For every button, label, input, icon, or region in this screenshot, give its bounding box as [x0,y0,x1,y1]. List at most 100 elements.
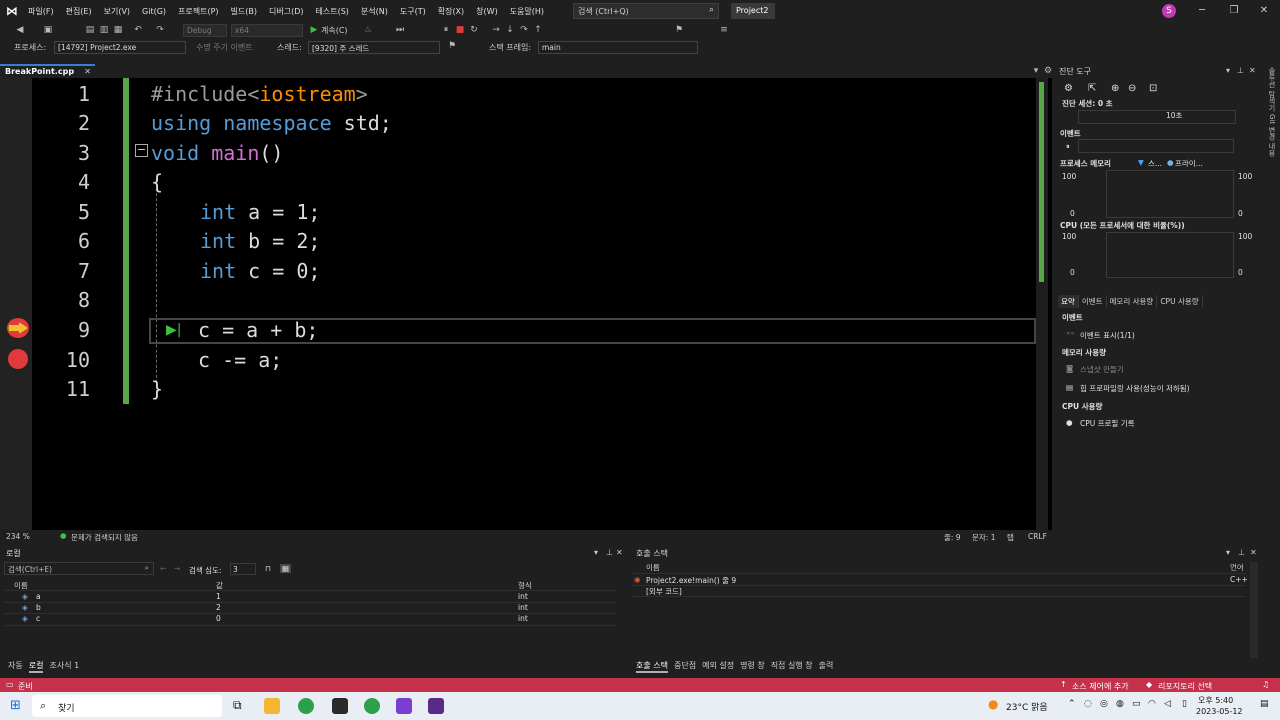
editor-scrollbar[interactable] [1036,78,1048,530]
step-over-icon[interactable]: ↷ [518,24,530,36]
close-tab-icon[interactable]: ✕ [84,67,91,76]
tab-exception-settings[interactable]: 예외 설정 [702,660,734,673]
pin-watch-icon[interactable]: ⊓ [265,564,271,573]
task-view-icon[interactable]: ⧉ [233,698,242,713]
platform-dropdown[interactable]: x64 [231,24,303,37]
tab-locals[interactable]: 로컬 [28,660,44,673]
source-control-button[interactable]: 소스 제어에 추가 [1072,681,1129,692]
windows-start-icon[interactable]: ⊞ [10,698,21,713]
memory-section[interactable]: 프로세스 메모리 [1060,158,1111,169]
save-icon[interactable]: ▥ [98,24,110,36]
code-line-6[interactable]: int b = 2; [200,229,320,253]
pin-icon[interactable]: ⊥ [1237,66,1244,75]
hex-display-icon[interactable]: ▦ [280,564,292,573]
tab-memory-usage[interactable]: 메모리 사용량 [1107,295,1158,308]
menu-help[interactable]: 도움말(H) [510,6,544,17]
code-line-2[interactable]: using namespace std; [151,111,392,135]
dropdown-arrow-icon[interactable]: ▾ [1226,548,1230,557]
export-icon[interactable]: ⇱ [1088,83,1096,94]
close-icon[interactable]: ✕ [1249,66,1256,75]
tab-autos[interactable]: 자동 [8,660,23,673]
gear-icon[interactable]: ⚙ [1064,83,1073,94]
menu-analyze[interactable]: 분석(N) [361,6,388,17]
code-line-3[interactable]: void main() [151,141,283,165]
tab-breakpoint-cpp[interactable]: BreakPoint.cpp ✕ [0,64,95,78]
code-line-4[interactable]: { [151,170,163,194]
minimize-icon[interactable]: ─ [1194,3,1210,19]
pause-icon[interactable]: ⏸ [440,24,452,36]
breakpoint-current-icon[interactable] [7,318,29,338]
menu-tools[interactable]: 도구(T) [400,6,426,17]
step-out-icon[interactable]: ↑ [532,24,544,36]
tray-expand-icon[interactable]: ⌃ [1068,699,1076,709]
menu-window[interactable]: 창(W) [476,6,498,17]
tray-app-icon[interactable]: ◎ [1100,699,1108,709]
tab-mode[interactable]: 탭 [1007,532,1014,543]
column-header-language[interactable]: 언어 [1230,562,1244,573]
continue-icon[interactable]: ▶ [308,24,320,36]
close-icon[interactable]: ✕ [1256,3,1272,19]
redo-icon[interactable]: ↷ [154,24,166,36]
search-depth-dropdown[interactable]: 3 [230,563,256,575]
hot-reload-icon[interactable]: ♨ [362,24,374,36]
network-icon[interactable]: ▭ [1132,699,1141,709]
back-icon[interactable]: ← [160,564,166,573]
show-events-link[interactable]: 이벤트 표시(1/1) [1080,330,1135,341]
tab-call-stack[interactable]: 호출 스택 [636,660,668,673]
close-icon[interactable]: ✕ [1250,548,1257,557]
scroll-thumb[interactable] [1039,82,1044,282]
breakpoint-margin[interactable] [0,78,32,530]
restore-icon[interactable]: ❐ [1226,3,1242,19]
tab-command-window[interactable]: 명령 창 [740,660,765,673]
console-icon[interactable] [428,698,444,714]
tab-watch-1[interactable]: 조사식 1 [49,660,79,673]
clock-date[interactable]: 2023-05-12 [1196,707,1243,716]
close-icon[interactable]: ✕ [616,548,623,557]
heap-profiling-toggle[interactable]: 힙 프로파일링 사용(성능이 저하됨) [1080,383,1190,394]
pin-icon[interactable]: ⊥ [606,548,613,557]
chrome-profile-icon[interactable] [364,698,380,714]
menu-view[interactable]: 보기(V) [104,6,130,17]
dropdown-arrow-icon[interactable]: ▾ [1226,66,1230,75]
pin-icon[interactable]: ⊥ [1238,548,1245,557]
local-value[interactable]: 1 [216,592,221,601]
local-value[interactable]: 2 [216,603,221,612]
column-header-name[interactable]: 이름 [646,562,660,573]
cpu-section[interactable]: CPU (모든 프로세서에 대한 비율(%)) [1060,220,1185,231]
weather-text[interactable]: 23°C 맑음 [1006,700,1048,713]
issues-status[interactable]: 문제가 검색되지 않음 [71,532,138,543]
comment-icon[interactable]: ≡ [718,24,730,36]
avatar[interactable]: S [1162,4,1176,18]
open-folder-icon[interactable]: ▤ [84,24,96,36]
timeline-ruler[interactable] [1078,110,1236,124]
visual-studio-icon[interactable] [396,698,412,714]
bookmark-icon[interactable]: ⚑ [673,24,685,36]
events-section[interactable]: 이벤트 [1060,128,1081,139]
settings-gear-icon[interactable]: ⚙ [1042,65,1054,77]
code-line-7[interactable]: int c = 0; [200,259,320,283]
menu-extensions[interactable]: 확장(X) [438,6,464,17]
continue-button[interactable]: 계속(C) [321,25,348,36]
table-row[interactable]: ◈ a 1 int [0,591,620,602]
tab-breakpoints[interactable]: 중단점 [674,660,696,673]
search-box[interactable]: 검색 (Ctrl+Q) ⌕ [573,3,719,19]
zoom-level[interactable]: 234 % [6,532,30,541]
tab-summary[interactable]: 요약 [1058,295,1079,308]
tab-immediate-window[interactable]: 직접 실행 창 [771,660,813,673]
take-snapshot-button[interactable]: 스냅샷 만들기 [1080,364,1124,375]
zoom-in-icon[interactable]: ⊕ [1111,83,1119,94]
locals-search-input[interactable]: 검색(Ctrl+E) ⌕ [4,562,154,575]
dropdown-arrow-icon[interactable]: ▾ [594,548,598,557]
menu-debug[interactable]: 디버그(D) [269,6,303,17]
new-item-icon[interactable]: ▣ [42,24,54,36]
dropdown-arrow-icon[interactable]: ▾ [1030,65,1042,77]
stop-icon[interactable]: ■ [454,24,466,36]
thread-dropdown[interactable]: [9320] 주 스레드 [308,41,440,54]
battery-icon[interactable]: ▯ [1182,699,1187,709]
menu-edit[interactable]: 편집(E) [66,6,92,17]
menu-project[interactable]: 프로젝트(P) [178,6,219,17]
line-ending[interactable]: CRLF [1028,532,1047,541]
list-item[interactable]: ◉ Project2.exe!main() 줄 9 C++ [632,574,1248,585]
show-next-statement-icon[interactable]: → [490,24,502,36]
code-line-11[interactable]: } [151,377,163,401]
